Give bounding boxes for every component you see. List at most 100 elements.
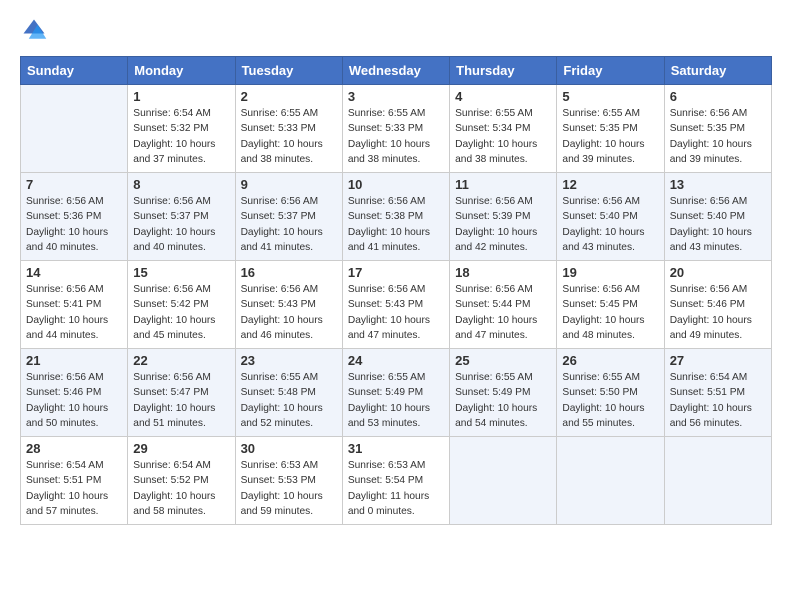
day-number: 29 — [133, 441, 229, 456]
day-cell: 30 Sunrise: 6:53 AMSunset: 5:53 PMDayligh… — [235, 437, 342, 525]
day-cell — [21, 85, 128, 173]
day-cell: 5 Sunrise: 6:55 AMSunset: 5:35 PMDaylight… — [557, 85, 664, 173]
day-number: 23 — [241, 353, 337, 368]
day-number: 28 — [26, 441, 122, 456]
day-number: 1 — [133, 89, 229, 104]
day-info: Sunrise: 6:56 AMSunset: 5:43 PMDaylight:… — [348, 282, 444, 343]
day-number: 2 — [241, 89, 337, 104]
day-cell: 10 Sunrise: 6:56 AMSunset: 5:38 PMDayligh… — [342, 173, 449, 261]
day-cell: 27Sunrise: 6:54 AMSunset: 5:51 PMDayligh… — [664, 349, 771, 437]
day-info: Sunrise: 6:56 AMSunset: 5:40 PMDaylight:… — [562, 194, 658, 255]
day-cell: 26 Sunrise: 6:55 AMSunset: 5:50 PMDayligh… — [557, 349, 664, 437]
day-cell: 6 Sunrise: 6:56 AMSunset: 5:35 PMDaylight… — [664, 85, 771, 173]
day-info: Sunrise: 6:55 AMSunset: 5:33 PMDaylight:… — [348, 106, 444, 167]
day-cell — [450, 437, 557, 525]
header — [20, 16, 772, 44]
day-info: Sunrise: 6:56 AMSunset: 5:42 PMDaylight:… — [133, 282, 229, 343]
day-number: 9 — [241, 177, 337, 192]
logo-icon — [20, 16, 48, 44]
day-cell: 28 Sunrise: 6:54 AMSunset: 5:51 PMDayligh… — [21, 437, 128, 525]
day-number: 25 — [455, 353, 551, 368]
day-cell: 2 Sunrise: 6:55 AMSunset: 5:33 PMDaylight… — [235, 85, 342, 173]
day-info: Sunrise: 6:53 AMSunset: 5:54 PMDaylight:… — [348, 458, 444, 519]
day-cell — [664, 437, 771, 525]
day-cell: 13Sunrise: 6:56 AMSunset: 5:40 PMDayligh… — [664, 173, 771, 261]
day-cell — [557, 437, 664, 525]
day-number: 18 — [455, 265, 551, 280]
day-cell: 15 Sunrise: 6:56 AMSunset: 5:42 PMDayligh… — [128, 261, 235, 349]
week-row-1: 1 Sunrise: 6:54 AMSunset: 5:32 PMDaylight… — [21, 85, 772, 173]
day-info: Sunrise: 6:55 AMSunset: 5:33 PMDaylight:… — [241, 106, 337, 167]
day-info: Sunrise: 6:56 AMSunset: 5:40 PMDaylight:… — [670, 194, 766, 255]
logo — [20, 16, 52, 44]
day-number: 6 — [670, 89, 766, 104]
week-row-5: 28 Sunrise: 6:54 AMSunset: 5:51 PMDayligh… — [21, 437, 772, 525]
col-header-wednesday: Wednesday — [342, 57, 449, 85]
day-number: 21 — [26, 353, 122, 368]
col-header-thursday: Thursday — [450, 57, 557, 85]
day-number: 5 — [562, 89, 658, 104]
week-row-3: 14Sunrise: 6:56 AMSunset: 5:41 PMDayligh… — [21, 261, 772, 349]
day-number: 12 — [562, 177, 658, 192]
day-cell: 17 Sunrise: 6:56 AMSunset: 5:43 PMDayligh… — [342, 261, 449, 349]
day-info: Sunrise: 6:55 AMSunset: 5:50 PMDaylight:… — [562, 370, 658, 431]
day-info: Sunrise: 6:54 AMSunset: 5:51 PMDaylight:… — [670, 370, 766, 431]
calendar-page: SundayMondayTuesdayWednesdayThursdayFrid… — [0, 0, 792, 545]
day-info: Sunrise: 6:56 AMSunset: 5:41 PMDaylight:… — [26, 282, 122, 343]
day-number: 8 — [133, 177, 229, 192]
day-info: Sunrise: 6:55 AMSunset: 5:48 PMDaylight:… — [241, 370, 337, 431]
day-number: 3 — [348, 89, 444, 104]
day-info: Sunrise: 6:56 AMSunset: 5:45 PMDaylight:… — [562, 282, 658, 343]
day-cell: 29 Sunrise: 6:54 AMSunset: 5:52 PMDayligh… — [128, 437, 235, 525]
day-info: Sunrise: 6:54 AMSunset: 5:52 PMDaylight:… — [133, 458, 229, 519]
day-info: Sunrise: 6:56 AMSunset: 5:38 PMDaylight:… — [348, 194, 444, 255]
day-info: Sunrise: 6:56 AMSunset: 5:35 PMDaylight:… — [670, 106, 766, 167]
day-cell: 31 Sunrise: 6:53 AMSunset: 5:54 PMDayligh… — [342, 437, 449, 525]
col-header-sunday: Sunday — [21, 57, 128, 85]
day-cell: 22 Sunrise: 6:56 AMSunset: 5:47 PMDayligh… — [128, 349, 235, 437]
day-info: Sunrise: 6:54 AMSunset: 5:51 PMDaylight:… — [26, 458, 122, 519]
day-cell: 14Sunrise: 6:56 AMSunset: 5:41 PMDayligh… — [21, 261, 128, 349]
day-info: Sunrise: 6:56 AMSunset: 5:37 PMDaylight:… — [241, 194, 337, 255]
day-number: 16 — [241, 265, 337, 280]
day-info: Sunrise: 6:53 AMSunset: 5:53 PMDaylight:… — [241, 458, 337, 519]
day-cell: 8 Sunrise: 6:56 AMSunset: 5:37 PMDaylight… — [128, 173, 235, 261]
day-number: 17 — [348, 265, 444, 280]
day-info: Sunrise: 6:56 AMSunset: 5:46 PMDaylight:… — [670, 282, 766, 343]
col-header-saturday: Saturday — [664, 57, 771, 85]
day-info: Sunrise: 6:56 AMSunset: 5:44 PMDaylight:… — [455, 282, 551, 343]
day-cell: 11Sunrise: 6:56 AMSunset: 5:39 PMDayligh… — [450, 173, 557, 261]
day-cell: 21 Sunrise: 6:56 AMSunset: 5:46 PMDayligh… — [21, 349, 128, 437]
day-cell: 16 Sunrise: 6:56 AMSunset: 5:43 PMDayligh… — [235, 261, 342, 349]
day-info: Sunrise: 6:56 AMSunset: 5:37 PMDaylight:… — [133, 194, 229, 255]
day-number: 26 — [562, 353, 658, 368]
day-info: Sunrise: 6:56 AMSunset: 5:46 PMDaylight:… — [26, 370, 122, 431]
calendar-table: SundayMondayTuesdayWednesdayThursdayFrid… — [20, 56, 772, 525]
day-cell: 19 Sunrise: 6:56 AMSunset: 5:45 PMDayligh… — [557, 261, 664, 349]
day-number: 7 — [26, 177, 122, 192]
day-info: Sunrise: 6:55 AMSunset: 5:49 PMDaylight:… — [348, 370, 444, 431]
day-number: 19 — [562, 265, 658, 280]
day-cell: 20Sunrise: 6:56 AMSunset: 5:46 PMDayligh… — [664, 261, 771, 349]
week-row-4: 21 Sunrise: 6:56 AMSunset: 5:46 PMDayligh… — [21, 349, 772, 437]
day-number: 15 — [133, 265, 229, 280]
day-cell: 24 Sunrise: 6:55 AMSunset: 5:49 PMDayligh… — [342, 349, 449, 437]
day-cell: 1 Sunrise: 6:54 AMSunset: 5:32 PMDaylight… — [128, 85, 235, 173]
day-cell: 3 Sunrise: 6:55 AMSunset: 5:33 PMDaylight… — [342, 85, 449, 173]
day-info: Sunrise: 6:56 AMSunset: 5:43 PMDaylight:… — [241, 282, 337, 343]
day-info: Sunrise: 6:56 AMSunset: 5:36 PMDaylight:… — [26, 194, 122, 255]
day-cell: 25Sunrise: 6:55 AMSunset: 5:49 PMDayligh… — [450, 349, 557, 437]
col-header-tuesday: Tuesday — [235, 57, 342, 85]
day-info: Sunrise: 6:55 AMSunset: 5:35 PMDaylight:… — [562, 106, 658, 167]
day-number: 24 — [348, 353, 444, 368]
day-cell: 18 Sunrise: 6:56 AMSunset: 5:44 PMDayligh… — [450, 261, 557, 349]
day-number: 31 — [348, 441, 444, 456]
day-number: 22 — [133, 353, 229, 368]
day-number: 30 — [241, 441, 337, 456]
day-info: Sunrise: 6:56 AMSunset: 5:47 PMDaylight:… — [133, 370, 229, 431]
day-number: 4 — [455, 89, 551, 104]
col-header-friday: Friday — [557, 57, 664, 85]
day-info: Sunrise: 6:54 AMSunset: 5:32 PMDaylight:… — [133, 106, 229, 167]
day-number: 10 — [348, 177, 444, 192]
day-cell: 4Sunrise: 6:55 AMSunset: 5:34 PMDaylight… — [450, 85, 557, 173]
